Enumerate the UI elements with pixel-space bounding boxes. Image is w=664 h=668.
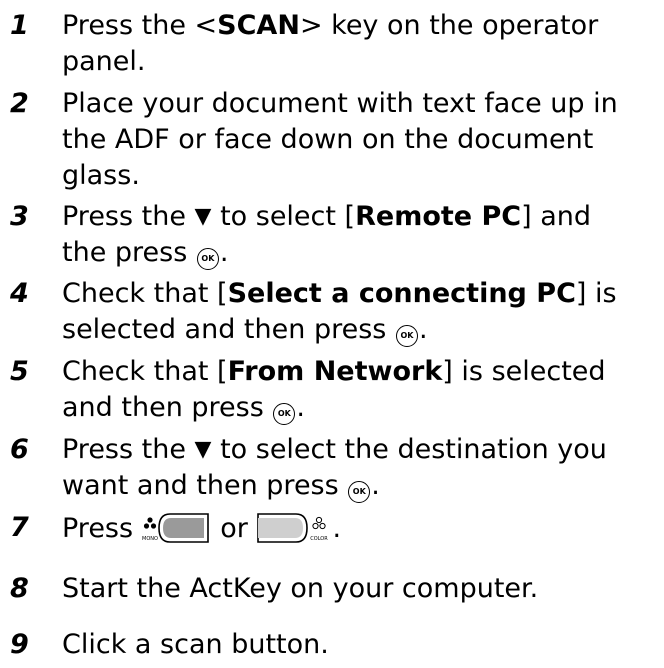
- step-text: Start the ActKey on your computer.: [62, 571, 662, 607]
- text-segment: .: [371, 470, 380, 501]
- step-number: 2: [10, 88, 29, 119]
- text-segment: to select the destination you: [220, 434, 607, 465]
- ok-button-icon: OK: [348, 481, 371, 503]
- text-segment: Check that [: [62, 278, 228, 309]
- step-text: Check that [From Network] is selected an…: [62, 354, 662, 426]
- text-segment: Press the <: [62, 10, 218, 41]
- step-number: 8: [10, 573, 29, 604]
- ok-button-icon: OK: [196, 248, 219, 270]
- mono-start-key-icon: MONO: [142, 510, 212, 556]
- text-line: panel.: [62, 46, 146, 77]
- text-segment: to select [: [220, 201, 356, 232]
- color-start-key-icon: COLOR: [256, 510, 332, 556]
- step-number: 9: [10, 629, 29, 660]
- menu-option-label: Remote PC: [355, 201, 522, 232]
- step-number: 6: [10, 434, 29, 465]
- color-label: COLOR: [311, 536, 329, 542]
- text-segment: ] and: [521, 201, 592, 232]
- step-text: Click a scan button.: [62, 627, 662, 663]
- text-segment: the press: [62, 237, 188, 268]
- text-segment: or: [220, 513, 248, 544]
- down-arrow-icon: ▼: [194, 437, 212, 462]
- step-number: 1: [10, 10, 29, 41]
- step-number: 5: [10, 356, 29, 387]
- text-line: Start the ActKey on your computer.: [62, 573, 539, 604]
- text-segment: Press the: [62, 434, 186, 465]
- down-arrow-icon: ▼: [194, 204, 212, 229]
- step-number: 4: [10, 278, 29, 309]
- step-text: Place your document with text face up in…: [62, 86, 662, 194]
- text-segment: Press: [62, 513, 134, 544]
- instruction-steps: 1 Press the <SCAN> key on the operator p…: [0, 0, 664, 668]
- text-segment: ] is selected: [442, 356, 606, 387]
- text-segment: Check that [: [62, 356, 228, 387]
- text-line: Place your document with text face up in: [62, 88, 618, 119]
- text-segment: and then press: [62, 392, 264, 423]
- menu-option-label: From Network: [227, 356, 443, 387]
- step-text: Press the <SCAN> key on the operator pan…: [62, 8, 662, 80]
- step-text: Press the ▼ to select [Remote PC] and th…: [62, 199, 662, 271]
- mono-label: MONO: [142, 536, 158, 542]
- step-text: Press the ▼ to select the destination yo…: [62, 432, 662, 504]
- scan-key-label: SCAN: [217, 10, 300, 41]
- text-segment: selected and then press: [62, 314, 387, 345]
- text-segment: ] is: [575, 278, 617, 309]
- step-number: 3: [10, 201, 29, 232]
- text-line: Click a scan button.: [62, 629, 329, 660]
- text-segment: > key on the operator: [299, 10, 599, 41]
- step-text: Press MONO or COLOR .: [62, 510, 662, 556]
- step-number: 7: [10, 512, 29, 543]
- text-segment: .: [219, 237, 229, 268]
- step-text: Check that [Select a connecting PC] is s…: [62, 276, 662, 348]
- text-line: the ADF or face down on the document: [62, 124, 594, 155]
- ok-button-icon: OK: [395, 325, 418, 347]
- ok-button-icon: OK: [273, 403, 296, 425]
- text-segment: .: [296, 392, 305, 423]
- text-segment: .: [332, 513, 342, 544]
- text-segment: Press the: [62, 201, 186, 232]
- menu-option-label: Select a connecting PC: [227, 278, 576, 309]
- text-segment: want and then press: [62, 470, 339, 501]
- text-segment: .: [418, 314, 428, 345]
- text-line: glass.: [62, 160, 140, 191]
